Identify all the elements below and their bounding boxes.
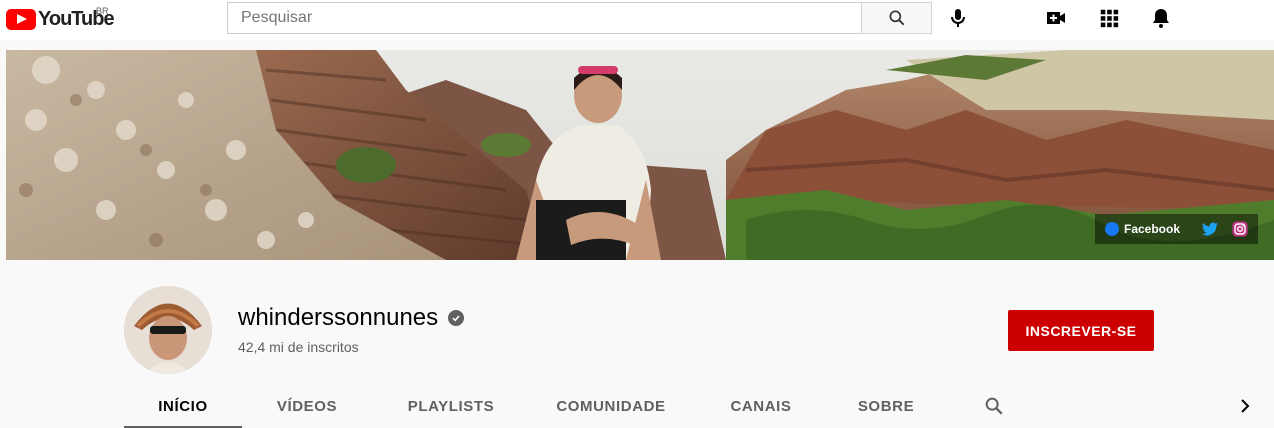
instagram-link[interactable] xyxy=(1232,221,1248,237)
twitter-icon xyxy=(1202,222,1218,236)
tab-playlists[interactable]: PLAYLISTS xyxy=(386,386,516,426)
facebook-icon xyxy=(1104,222,1119,236)
subscribe-button[interactable]: INSCREVER-SE xyxy=(1008,310,1154,351)
search-box[interactable] xyxy=(227,2,861,34)
verified-badge-icon xyxy=(448,310,465,326)
apps-button[interactable] xyxy=(1097,6,1121,30)
tab-comunidade[interactable]: COMUNIDADE xyxy=(536,386,686,426)
channel-tabs: INÍCIO VÍDEOS PLAYLISTS COMUNIDADE CANAI… xyxy=(6,386,1274,428)
chevron-right-icon xyxy=(1241,399,1250,413)
avatar-image xyxy=(124,286,212,374)
microphone-icon xyxy=(951,9,965,27)
channel-banner: Facebook xyxy=(6,50,1274,260)
instagram-icon xyxy=(1232,221,1248,237)
notifications-button[interactable] xyxy=(1149,6,1173,30)
youtube-play-icon xyxy=(6,8,36,30)
voice-search-button[interactable] xyxy=(946,6,970,30)
notifications-bell-icon xyxy=(1153,9,1169,28)
channel-name[interactable]: whinderssonnunes xyxy=(238,304,438,332)
channel-avatar[interactable] xyxy=(124,286,212,374)
facebook-label: Facebook xyxy=(1123,222,1180,236)
twitter-link[interactable] xyxy=(1202,222,1218,236)
search-icon xyxy=(985,397,1003,415)
tab-videos[interactable]: VÍDEOS xyxy=(252,386,362,426)
subscriber-count: 42,4 mi de inscritos xyxy=(238,339,359,355)
banner-social-links: Facebook xyxy=(1094,214,1258,244)
banner-image xyxy=(6,50,1274,260)
search-input[interactable] xyxy=(228,3,861,33)
apps-grid-icon xyxy=(1100,9,1119,28)
country-code: BR xyxy=(96,6,109,16)
tab-sobre[interactable]: SOBRE xyxy=(836,386,936,426)
masthead: YouTube BR xyxy=(0,0,1274,40)
search-button[interactable] xyxy=(861,2,932,34)
tab-inicio[interactable]: INÍCIO xyxy=(124,386,242,428)
create-button[interactable] xyxy=(1044,6,1068,30)
facebook-link[interactable]: Facebook xyxy=(1104,222,1180,236)
channel-name-row: whinderssonnunes xyxy=(238,304,465,332)
tabs-next-button[interactable] xyxy=(1230,386,1260,426)
create-video-icon xyxy=(1047,12,1065,24)
search-icon xyxy=(889,10,904,26)
channel-search-button[interactable] xyxy=(974,386,1014,426)
tab-canais[interactable]: CANAIS xyxy=(706,386,816,426)
channel-header: whinderssonnunes 42,4 mi de inscritos IN… xyxy=(6,260,1274,428)
